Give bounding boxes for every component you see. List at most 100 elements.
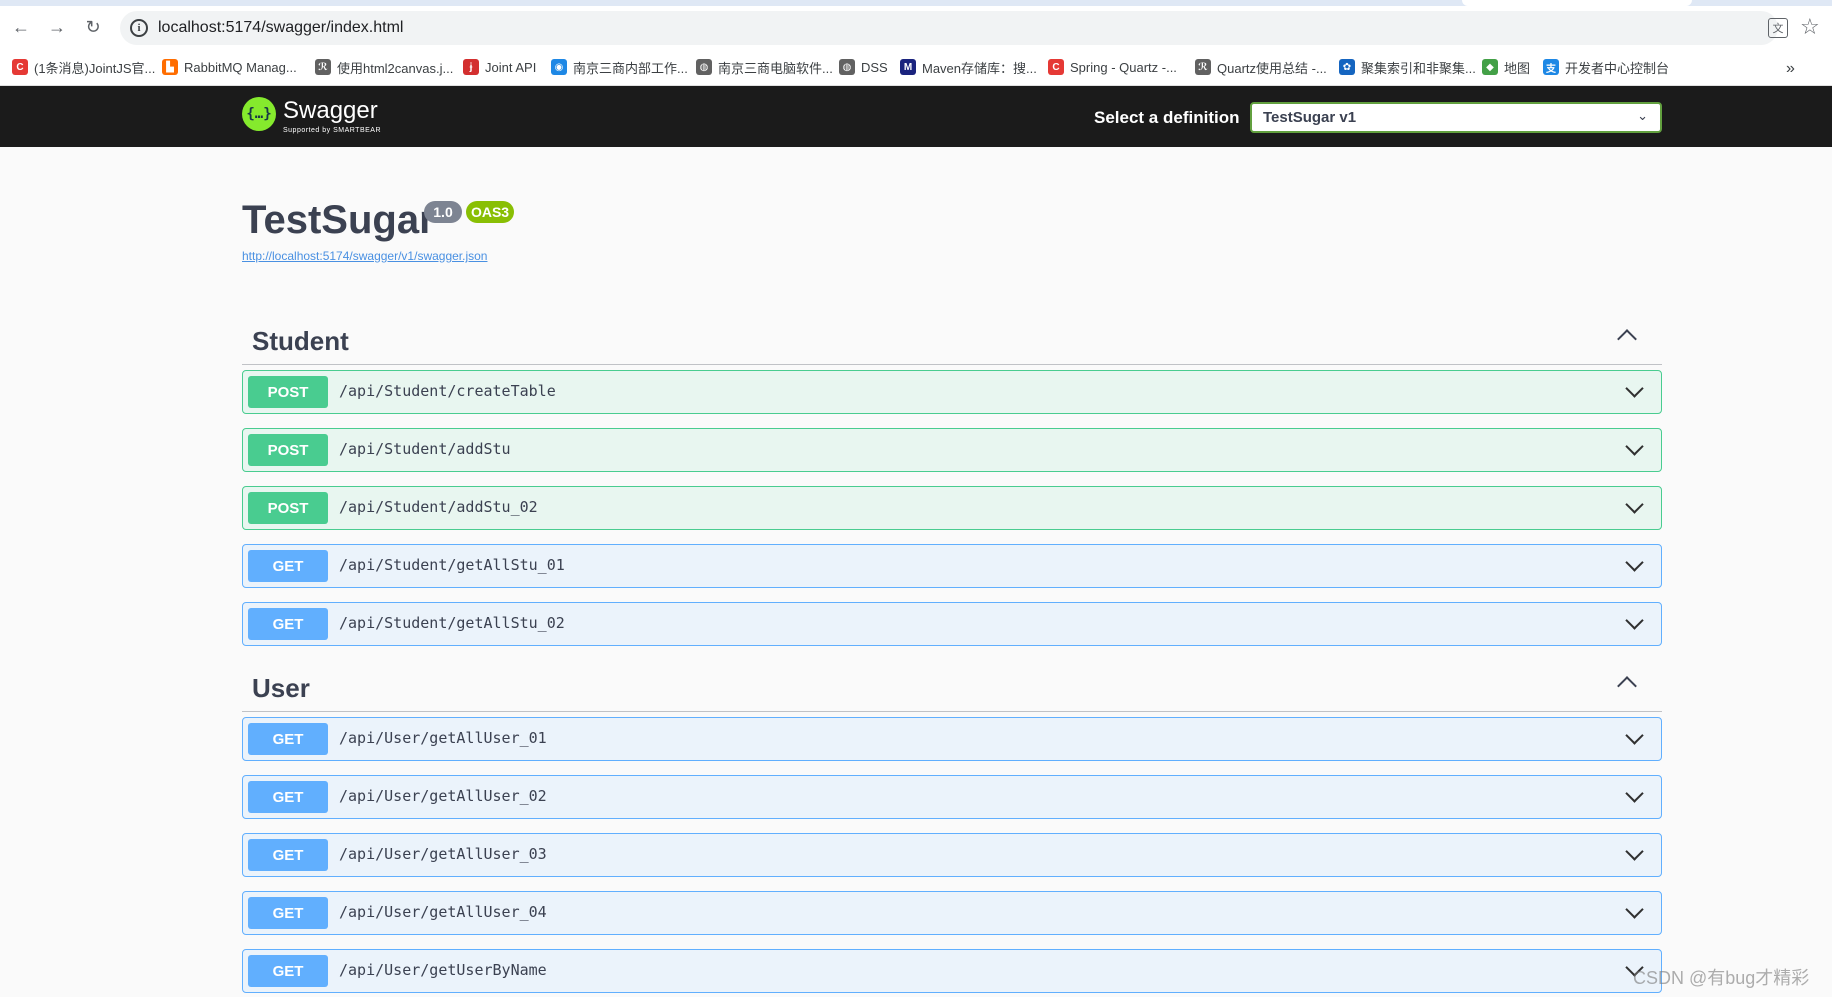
- bookmark-label: Maven存储库：搜...: [922, 60, 1037, 76]
- chevron-down-icon[interactable]: [1625, 553, 1644, 572]
- bookmark-label: (1条消息)JointJS官...: [34, 60, 156, 76]
- bookmark-favicon-icon: ◆: [1482, 59, 1498, 75]
- browser-toolbar: ← → ↻ i localhost:5174/swagger/index.htm…: [0, 0, 1832, 48]
- bookmark-favicon-icon: C: [1048, 59, 1064, 75]
- bookmark-label: Quartz使用总结 -...: [1217, 60, 1327, 76]
- chevron-down-icon[interactable]: [1625, 611, 1644, 630]
- chevron-up-icon[interactable]: [1617, 676, 1637, 696]
- logo-name[interactable]: Swagger: [283, 97, 378, 125]
- selected-definition: TestSugar v1: [1263, 109, 1357, 126]
- method-badge: POST: [248, 434, 328, 466]
- operation-path: /api/User/getAllUser_04: [339, 903, 547, 921]
- operation-row[interactable]: GET/api/Student/getAllStu_01: [242, 544, 1662, 588]
- tag-header-user[interactable]: User: [242, 661, 1662, 712]
- reload-icon[interactable]: ↻: [80, 14, 106, 40]
- tag-header-student[interactable]: Student: [242, 314, 1662, 365]
- chevron-down-icon[interactable]: [1625, 900, 1644, 919]
- select-definition-label: Select a definition: [1094, 108, 1240, 127]
- api-title: TestSugar: [242, 198, 435, 242]
- method-badge: GET: [248, 550, 328, 582]
- watermark: CSDN @有bug才精彩: [1633, 968, 1810, 988]
- bookmark-label: DSS: [861, 59, 888, 75]
- logo-subtitle: Supported by SMARTBEAR: [283, 127, 382, 134]
- operation-path: /api/User/getUserByName: [339, 961, 547, 979]
- bookmark-label: 使用html2canvas.j...: [337, 60, 454, 76]
- operation-path: /api/User/getAllUser_01: [339, 729, 547, 747]
- url-text[interactable]: localhost:5174/swagger/index.html: [158, 19, 403, 37]
- chevron-down-icon[interactable]: [1625, 842, 1644, 861]
- method-badge: POST: [248, 376, 328, 408]
- operation-row[interactable]: GET/api/User/getAllUser_01: [242, 717, 1662, 761]
- forward-arrow-icon[interactable]: →: [44, 14, 70, 40]
- bookmark-item[interactable]: ℛ Quartz使用总结 -...: [1195, 56, 1327, 78]
- bookmark-item[interactable]: ℛ 使用html2canvas.j...: [315, 56, 453, 78]
- swagger-logo-icon[interactable]: {…}: [242, 97, 276, 131]
- operation-row[interactable]: GET/api/Student/getAllStu_02: [242, 602, 1662, 646]
- bookmark-favicon-icon: C: [12, 59, 28, 75]
- active-tab[interactable]: [1462, 0, 1692, 6]
- translate-icon[interactable]: 文: [1768, 18, 1788, 38]
- spec-url-link[interactable]: http://localhost:5174/swagger/v1/swagger…: [242, 249, 487, 263]
- bookmarks-bar: C (1条消息)JointJS官... ▙ RabbitMQ Manag... ℛ 使用h…: [0, 48, 1832, 86]
- operation-row[interactable]: GET/api/User/getUserByName: [242, 949, 1662, 993]
- operation-path: /api/Student/createTable: [339, 382, 556, 400]
- chevron-down-icon[interactable]: [1625, 495, 1644, 514]
- bookmark-favicon-icon: ◍: [839, 59, 855, 75]
- back-arrow-icon[interactable]: ←: [8, 14, 34, 40]
- chevron-down-icon[interactable]: [1625, 379, 1644, 398]
- chevron-up-icon[interactable]: [1617, 329, 1637, 349]
- bookmark-label: 南京三商电脑软件...: [718, 60, 833, 76]
- bookmark-item[interactable]: ◍ 南京三商电脑软件...: [696, 56, 833, 78]
- bookmark-star-icon[interactable]: ☆: [1800, 14, 1820, 40]
- chevron-down-icon[interactable]: [1625, 726, 1644, 745]
- site-info-icon[interactable]: i: [130, 19, 148, 37]
- bookmark-item[interactable]: C Spring - Quartz -...: [1048, 56, 1177, 78]
- bookmark-item[interactable]: 支开发者中心控制台: [1543, 56, 1669, 78]
- chevron-down-icon[interactable]: [1625, 784, 1644, 803]
- swagger-topbar: {…} Swagger Supported by SMARTBEAR Selec…: [0, 86, 1832, 147]
- bookmark-label: Spring - Quartz -...: [1070, 59, 1177, 75]
- method-badge: GET: [248, 723, 328, 755]
- operation-row[interactable]: POST/api/Student/addStu: [242, 428, 1662, 472]
- operation-row[interactable]: POST/api/Student/createTable: [242, 370, 1662, 414]
- bookmark-item[interactable]: C (1条消息)JointJS官...: [12, 56, 155, 78]
- method-badge: GET: [248, 781, 328, 813]
- bookmark-label: 聚集索引和非聚集...: [1361, 60, 1476, 76]
- bookmark-item[interactable]: ✿ 聚集索引和非聚集...: [1339, 56, 1476, 78]
- address-bar[interactable]: i localhost:5174/swagger/index.html: [120, 11, 1778, 45]
- operation-path: /api/User/getAllUser_03: [339, 845, 547, 863]
- method-badge: GET: [248, 839, 328, 871]
- definition-select[interactable]: TestSugar v1 ⌄: [1250, 102, 1662, 133]
- method-badge: GET: [248, 608, 328, 640]
- bookmark-label: 南京三商内部工作...: [573, 60, 688, 76]
- tag-name: Student: [252, 326, 349, 356]
- bookmark-item[interactable]: ɉ Joint API: [463, 56, 536, 78]
- bookmark-item[interactable]: ◍ DSS: [839, 56, 888, 78]
- bookmark-favicon-icon: ◉: [551, 59, 567, 75]
- bookmark-favicon-icon: 支: [1543, 59, 1559, 75]
- bookmark-item[interactable]: ◉ 南京三商内部工作...: [551, 56, 688, 78]
- chevron-down-icon: ⌄: [1637, 108, 1648, 123]
- operation-row[interactable]: POST/api/Student/addStu_02: [242, 486, 1662, 530]
- operation-row[interactable]: GET/api/User/getAllUser_04: [242, 891, 1662, 935]
- bookmark-item[interactable]: M Maven存储库：搜...: [900, 56, 1037, 78]
- operation-path: /api/Student/getAllStu_01: [339, 556, 565, 574]
- bookmark-favicon-icon: ◍: [696, 59, 712, 75]
- bookmark-favicon-icon: ɉ: [463, 59, 479, 75]
- operation-path: /api/Student/addStu_02: [339, 498, 538, 516]
- bookmark-label: 开发者中心控制台: [1565, 60, 1670, 76]
- operation-row[interactable]: GET/api/User/getAllUser_02: [242, 775, 1662, 819]
- method-badge: GET: [248, 955, 328, 987]
- bookmark-label: 地图: [1504, 60, 1531, 76]
- bookmark-favicon-icon: ▙: [162, 59, 178, 75]
- chevron-down-icon[interactable]: [1625, 437, 1644, 456]
- bookmark-favicon-icon: ℛ: [315, 59, 331, 75]
- bookmark-label: RabbitMQ Manag...: [184, 59, 297, 75]
- bookmark-item[interactable]: ◆ 地图: [1482, 56, 1530, 78]
- bookmark-favicon-icon: ℛ: [1195, 59, 1211, 75]
- bookmark-item[interactable]: ▙ RabbitMQ Manag...: [162, 56, 297, 78]
- operation-path: /api/Student/getAllStu_02: [339, 614, 565, 632]
- method-badge: GET: [248, 897, 328, 929]
- more-bookmarks-icon[interactable]: »: [1786, 60, 1795, 78]
- operation-row[interactable]: GET/api/User/getAllUser_03: [242, 833, 1662, 877]
